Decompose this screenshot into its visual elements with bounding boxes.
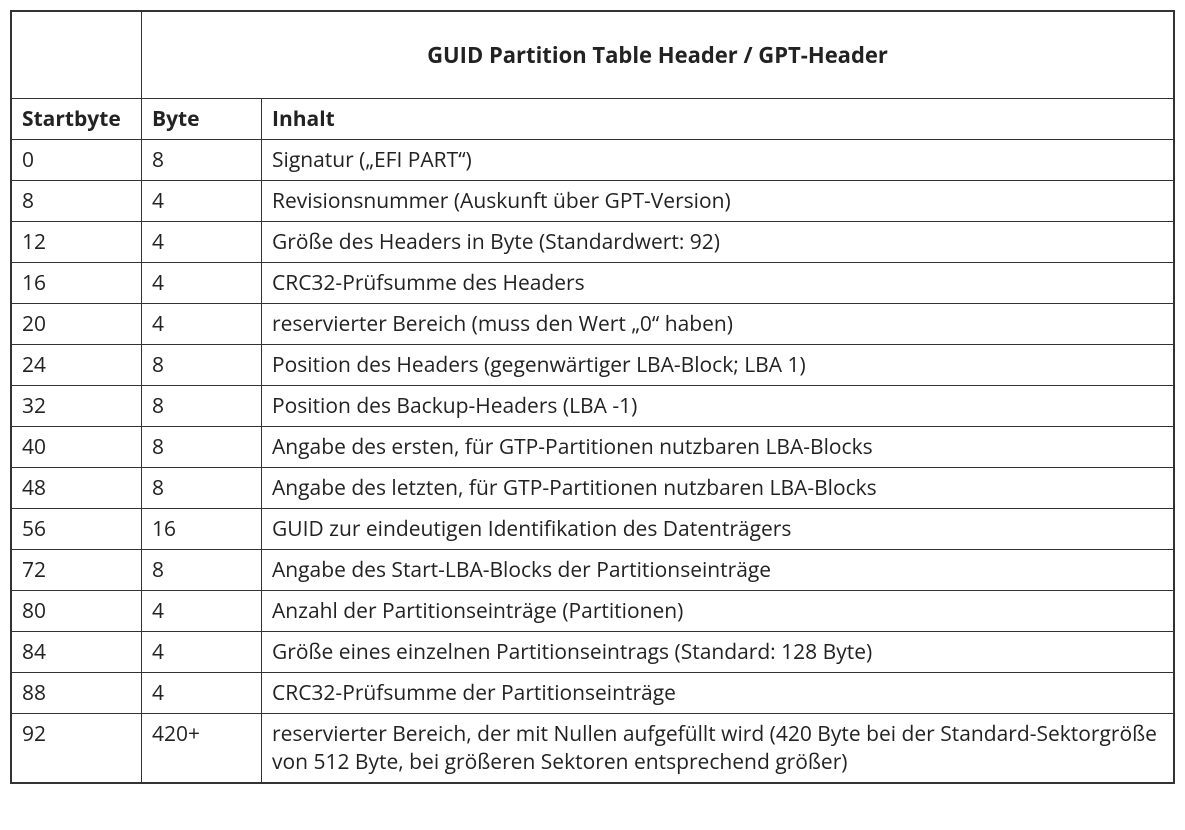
table-row: 84 4 Größe eines einzelnen Partitionsein…	[12, 632, 1174, 673]
cell-inhalt: CRC32-Prüfsumme des Headers	[262, 263, 1174, 304]
cell-inhalt: Angabe des Start-LBA-Blocks der Partitio…	[262, 550, 1174, 591]
table-row: 20 4 reservierter Bereich (muss den Wert…	[12, 304, 1174, 345]
title-row: GUID Partition Table Header / GPT-Header	[12, 12, 1174, 99]
cell-inhalt: Größe des Headers in Byte (Standardwert:…	[262, 222, 1174, 263]
cell-inhalt: Position des Headers (gegenwärtiger LBA-…	[262, 345, 1174, 386]
cell-startbyte: 0	[12, 140, 142, 181]
header-inhalt: Inhalt	[262, 99, 1174, 140]
cell-inhalt: CRC32-Prüfsumme der Partitionseinträge	[262, 673, 1174, 714]
gpt-header-table-container: GUID Partition Table Header / GPT-Header…	[10, 10, 1175, 784]
cell-byte: 4	[142, 591, 262, 632]
table-row: 8 4 Revisionsnummer (Auskunft über GPT-V…	[12, 181, 1174, 222]
cell-startbyte: 88	[12, 673, 142, 714]
cell-startbyte: 20	[12, 304, 142, 345]
cell-inhalt: reservierter Bereich, der mit Nullen auf…	[262, 714, 1174, 783]
cell-startbyte: 72	[12, 550, 142, 591]
gpt-header-table: GUID Partition Table Header / GPT-Header…	[11, 11, 1174, 783]
cell-byte: 4	[142, 632, 262, 673]
cell-byte: 16	[142, 509, 262, 550]
cell-inhalt: Größe eines einzelnen Partitionseintrags…	[262, 632, 1174, 673]
cell-inhalt: Anzahl der Partitionseinträge (Partition…	[262, 591, 1174, 632]
header-byte: Byte	[142, 99, 262, 140]
cell-inhalt: Signatur („EFI PART“)	[262, 140, 1174, 181]
table-row: 16 4 CRC32-Prüfsumme des Headers	[12, 263, 1174, 304]
cell-byte: 420+	[142, 714, 262, 783]
cell-byte: 8	[142, 468, 262, 509]
cell-byte: 8	[142, 386, 262, 427]
cell-byte: 8	[142, 140, 262, 181]
cell-startbyte: 84	[12, 632, 142, 673]
cell-inhalt: Angabe des ersten, für GTP-Partitionen n…	[262, 427, 1174, 468]
cell-byte: 4	[142, 222, 262, 263]
cell-startbyte: 12	[12, 222, 142, 263]
cell-inhalt: Angabe des letzten, für GTP-Partitionen …	[262, 468, 1174, 509]
cell-byte: 8	[142, 550, 262, 591]
cell-startbyte: 48	[12, 468, 142, 509]
cell-startbyte: 56	[12, 509, 142, 550]
cell-inhalt: GUID zur eindeutigen Identifikation des …	[262, 509, 1174, 550]
cell-startbyte: 8	[12, 181, 142, 222]
title-empty-cell	[12, 12, 142, 99]
header-startbyte: Startbyte	[12, 99, 142, 140]
table-row: 40 8 Angabe des ersten, für GTP-Partitio…	[12, 427, 1174, 468]
cell-inhalt: Position des Backup-Headers (LBA -1)	[262, 386, 1174, 427]
cell-inhalt: Revisionsnummer (Auskunft über GPT-Versi…	[262, 181, 1174, 222]
table-row: 24 8 Position des Headers (gegenwärtiger…	[12, 345, 1174, 386]
table-row: 72 8 Angabe des Start-LBA-Blocks der Par…	[12, 550, 1174, 591]
table-row: 56 16 GUID zur eindeutigen Identifikatio…	[12, 509, 1174, 550]
table-row: 88 4 CRC32-Prüfsumme der Partitionseintr…	[12, 673, 1174, 714]
cell-startbyte: 24	[12, 345, 142, 386]
cell-startbyte: 32	[12, 386, 142, 427]
table-row: 48 8 Angabe des letzten, für GTP-Partiti…	[12, 468, 1174, 509]
cell-byte: 4	[142, 673, 262, 714]
table-row: 12 4 Größe des Headers in Byte (Standard…	[12, 222, 1174, 263]
cell-byte: 4	[142, 304, 262, 345]
cell-inhalt: reservierter Bereich (muss den Wert „0“ …	[262, 304, 1174, 345]
cell-byte: 4	[142, 263, 262, 304]
header-row: Startbyte Byte Inhalt	[12, 99, 1174, 140]
cell-startbyte: 80	[12, 591, 142, 632]
cell-startbyte: 92	[12, 714, 142, 783]
cell-byte: 4	[142, 181, 262, 222]
cell-byte: 8	[142, 427, 262, 468]
cell-byte: 8	[142, 345, 262, 386]
table-row: 0 8 Signatur („EFI PART“)	[12, 140, 1174, 181]
table-row: 80 4 Anzahl der Partitionseinträge (Part…	[12, 591, 1174, 632]
table-title: GUID Partition Table Header / GPT-Header	[142, 12, 1174, 99]
table-row: 92 420+ reservierter Bereich, der mit Nu…	[12, 714, 1174, 783]
cell-startbyte: 16	[12, 263, 142, 304]
cell-startbyte: 40	[12, 427, 142, 468]
table-row: 32 8 Position des Backup-Headers (LBA -1…	[12, 386, 1174, 427]
